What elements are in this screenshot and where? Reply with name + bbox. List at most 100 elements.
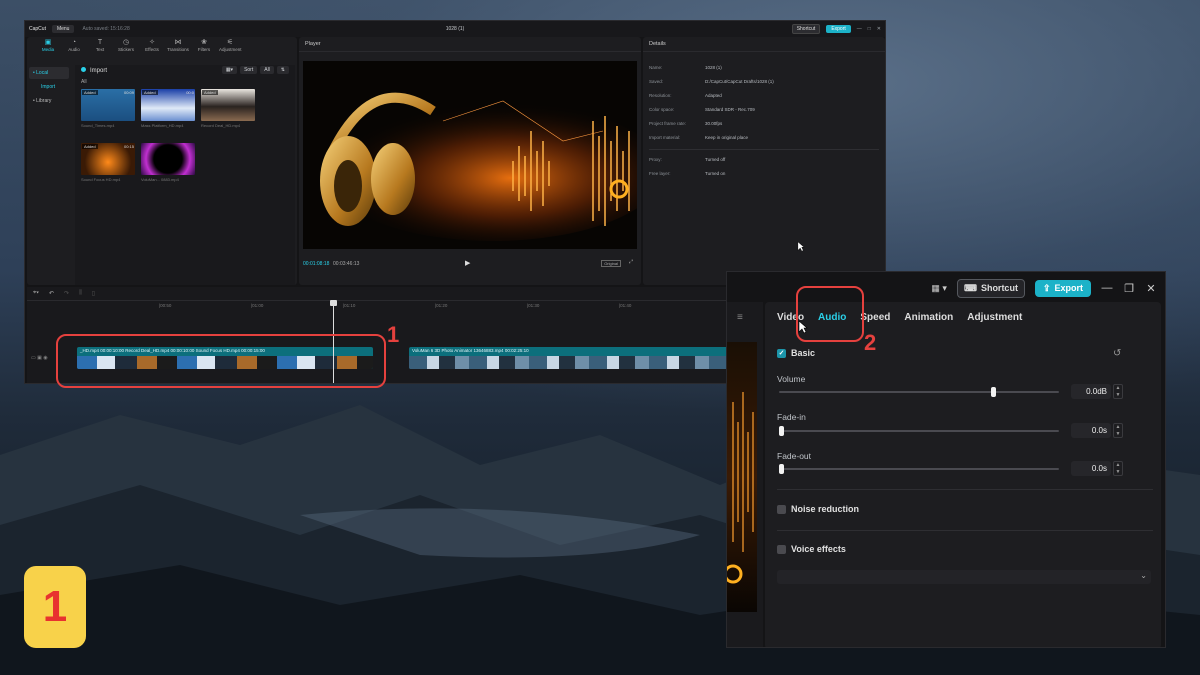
divider: [777, 530, 1153, 531]
detail-row: Saved: D:/CapCut/CapCut Drafts/1028 (1): [649, 79, 774, 84]
player-preview[interactable]: [303, 61, 637, 249]
fade-out-value-field[interactable]: 0.0s: [1071, 461, 1111, 476]
fade-in-value-field[interactable]: 0.0s: [1071, 423, 1111, 438]
select-tool-icon[interactable]: ⌖▾: [33, 290, 39, 297]
filter-all-button[interactable]: All: [260, 66, 274, 74]
sidebar-item-import[interactable]: Import: [29, 81, 69, 93]
divider: [649, 149, 879, 150]
layout-icon[interactable]: ▦ ▾: [931, 283, 947, 294]
clip-name: Sound Focus HD.mp4: [81, 177, 121, 182]
fade-out-stepper-icon[interactable]: ▲ ▼: [1113, 461, 1123, 476]
keyboard-icon: ⌨: [963, 282, 977, 293]
mouse-cursor-icon: [798, 320, 808, 334]
all-label: All: [81, 79, 87, 85]
checkbox-unchecked-icon[interactable]: [777, 504, 786, 514]
shortcut-button[interactable]: Shortcut: [791, 24, 821, 34]
undo-icon[interactable]: ↶: [49, 290, 54, 297]
export-button[interactable]: Export: [826, 25, 851, 33]
media-clip[interactable]: [141, 143, 195, 175]
delete-icon[interactable]: ▯: [92, 290, 95, 297]
split-icon[interactable]: ⫼: [79, 290, 82, 297]
tab-speed[interactable]: Speed: [860, 312, 890, 323]
view-toggle-icon[interactable]: ▦▾: [221, 66, 238, 74]
sort-button[interactable]: Sort: [240, 66, 258, 74]
fade-out-slider[interactable]: [779, 464, 1059, 474]
ratio-original-button[interactable]: Original: [601, 260, 621, 267]
tab-adjustment[interactable]: ⚟ Adjustment: [219, 37, 242, 55]
fade-out-slider-knob[interactable]: [779, 464, 784, 474]
annotation-number-1: 1: [387, 322, 400, 347]
headphones-preview-image: [303, 61, 637, 249]
tab-transitions[interactable]: ⋈ Transitions: [167, 37, 189, 55]
reset-icon[interactable]: ↺: [1113, 348, 1121, 359]
volume-stepper-icon[interactable]: ▲ ▼: [1113, 384, 1123, 399]
sidebar-item-local[interactable]: • Local: [29, 67, 69, 79]
media-sidebar: • Local Import • Library: [29, 65, 69, 283]
import-button[interactable]: Import: [81, 67, 107, 74]
fullscreen-icon[interactable]: ⤢: [629, 259, 633, 265]
tab-stickers[interactable]: ◷ Stickers: [115, 37, 137, 55]
track-controls-icon[interactable]: ▭ ▣ ◉: [31, 355, 48, 361]
tab-adjustment[interactable]: Adjustment: [967, 312, 1022, 323]
fade-in-stepper-icon[interactable]: ▲ ▼: [1113, 423, 1123, 438]
project-title: 1028 (1): [445, 26, 465, 32]
voice-effects-section[interactable]: Voice effects: [777, 544, 846, 554]
media-tabs: ▣ Media ◔ Audio T Text ◷ Stickers ✧ Effects ⋈…: [27, 37, 297, 55]
menu-button[interactable]: Menu: [51, 25, 75, 33]
minimize-icon[interactable]: —: [857, 26, 862, 32]
close-icon[interactable]: ✕: [877, 26, 881, 32]
export-button[interactable]: ⇪ Export: [1034, 279, 1091, 297]
media-clip[interactable]: Added 00:09: [81, 89, 135, 121]
total-time: 00:03:46:13: [333, 261, 360, 267]
volume-label: Volume: [777, 374, 806, 384]
fade-in-label: Fade-in: [777, 412, 806, 422]
audio-icon: ◔: [71, 39, 77, 46]
noise-reduction-section[interactable]: Noise reduction: [777, 504, 859, 514]
volume-slider[interactable]: [779, 387, 1059, 397]
play-icon[interactable]: ▶: [465, 259, 470, 267]
close-icon[interactable]: ✕: [1145, 282, 1157, 295]
basic-section[interactable]: ✓ Basic: [777, 348, 815, 358]
player-title: Player: [299, 37, 641, 52]
fade-in-slider[interactable]: [779, 426, 1059, 436]
annotation-number-2: 2: [864, 330, 877, 355]
details-panel: Details Name: 1028 (1) Saved: D:/CapCut/Ca…: [643, 37, 885, 285]
maximize-icon[interactable]: □: [868, 26, 871, 32]
hamburger-icon[interactable]: ≡: [737, 312, 743, 323]
detail-row: Free layer: Turned on: [649, 171, 726, 176]
detail-row: Name: 1028 (1): [649, 65, 722, 70]
audio-panel-window: ▦ ▾ ⌨ Shortcut ⇪ Export — ❐ ✕ ≡ Video Audi…: [726, 271, 1166, 648]
tab-text[interactable]: T Text: [89, 37, 111, 55]
sidebar-item-library[interactable]: • Library: [29, 95, 69, 107]
volume-value-field[interactable]: 0.0dB: [1071, 384, 1111, 399]
clip-name: VoluMan... 0883.mp4: [141, 177, 179, 182]
import-icon: [81, 67, 86, 72]
player-edge: ≡: [727, 302, 763, 647]
voice-effects-dropdown[interactable]: ⌄: [777, 570, 1151, 584]
title-bar: CapCut Menu Auto saved: 15:16:28 1028 (1…: [25, 21, 885, 37]
media-clip[interactable]: Added 00:15: [81, 143, 135, 175]
tab-animation[interactable]: Animation: [904, 312, 953, 323]
highlight-box-timeline: [56, 334, 386, 388]
filter-icon[interactable]: ⇅: [276, 66, 289, 74]
clip-name: Sound_Times.mp4: [81, 123, 115, 128]
fade-in-slider-knob[interactable]: [779, 426, 784, 436]
player-panel: Player 00:01:08:18 00:03:46:13 ▶ Origina…: [299, 37, 641, 285]
tab-media[interactable]: ▣ Media: [37, 37, 59, 55]
detail-row: Proxy: Turned off: [649, 157, 726, 162]
media-clip[interactable]: Added: [201, 89, 255, 121]
redo-icon[interactable]: ↷: [64, 290, 69, 297]
tab-filters[interactable]: ❀ Filters: [193, 37, 215, 55]
text-icon: T: [97, 39, 103, 46]
maximize-icon[interactable]: ❐: [1123, 282, 1135, 295]
shortcut-button[interactable]: ⌨ Shortcut: [956, 278, 1025, 298]
checkbox-checked-icon[interactable]: ✓: [777, 348, 786, 358]
minimize-icon[interactable]: —: [1101, 282, 1113, 294]
media-clip[interactable]: Added 00:0: [141, 89, 195, 121]
stickers-icon: ◷: [122, 39, 130, 46]
volume-slider-knob[interactable]: [990, 387, 996, 397]
tab-audio[interactable]: ◔ Audio: [63, 37, 85, 55]
checkbox-unchecked-icon[interactable]: [777, 544, 786, 554]
effects-icon: ✧: [149, 39, 155, 46]
tab-effects[interactable]: ✧ Effects: [141, 37, 163, 55]
